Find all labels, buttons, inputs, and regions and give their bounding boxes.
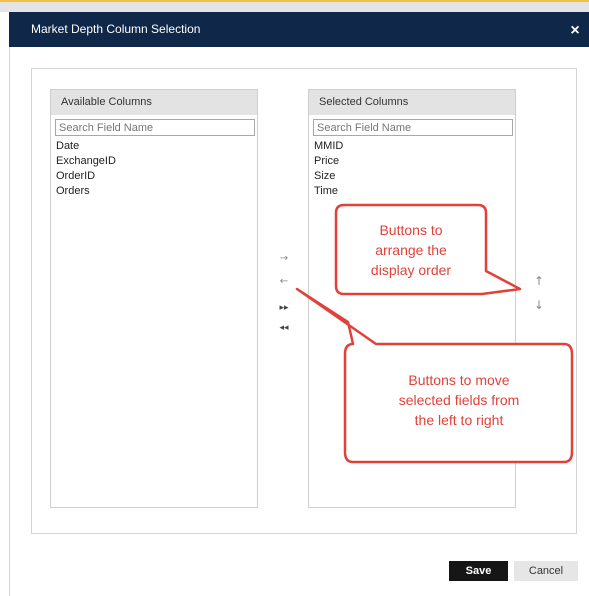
list-item-orderid[interactable]: OrderID — [56, 169, 116, 184]
close-icon[interactable]: × — [567, 12, 583, 47]
move-all-left-icon[interactable]: ◂◂ — [277, 321, 291, 335]
list-item-size[interactable]: Size — [314, 169, 343, 184]
list-item-mmid[interactable]: MMID — [314, 139, 343, 154]
background-accent — [0, 0, 589, 2]
available-columns-header: Available Columns — [51, 90, 257, 115]
order-callout-line-2: arrange the — [375, 242, 447, 258]
order-callout-line-1: Buttons to — [379, 222, 443, 238]
selected-search-input[interactable] — [313, 119, 513, 136]
move-up-arrow-icon[interactable]: ↑ — [532, 274, 546, 288]
move-down-arrow-icon[interactable]: ↓ — [532, 298, 546, 312]
list-item-date[interactable]: Date — [56, 139, 116, 154]
selected-items: MMID Price Size Time — [314, 139, 343, 199]
transfer-callout-line-1: Buttons to move — [408, 372, 510, 388]
list-item-orders[interactable]: Orders — [56, 184, 116, 199]
transfer-callout-text: Buttons to move selected fields from the… — [348, 370, 570, 430]
cancel-button[interactable]: Cancel — [514, 561, 578, 581]
available-search-input[interactable] — [55, 119, 255, 136]
list-item-price[interactable]: Price — [314, 154, 343, 169]
background-strip — [0, 0, 589, 12]
transfer-callout-line-2: selected fields from — [398, 392, 520, 408]
dialog-title: Market Depth Column Selection — [31, 22, 201, 36]
move-left-arrow-icon[interactable]: ← — [277, 275, 291, 289]
move-right-arrow-icon[interactable]: → — [277, 252, 291, 266]
available-columns-list: Available Columns Date ExchangeID OrderI… — [50, 89, 258, 508]
save-button[interactable]: Save — [449, 561, 508, 581]
transfer-callout-line-3: the left to right — [414, 412, 504, 428]
selected-columns-list: Selected Columns MMID Price Size Time — [308, 89, 516, 508]
selected-columns-header: Selected Columns — [309, 90, 515, 115]
available-items: Date ExchangeID OrderID Orders — [56, 139, 116, 199]
order-callout-line-3: display order — [370, 262, 452, 278]
list-item-exchangeid[interactable]: ExchangeID — [56, 154, 116, 169]
move-all-right-icon[interactable]: ▸▸ — [277, 301, 291, 315]
dialog-titlebar: Market Depth Column Selection × — [9, 12, 589, 47]
order-callout-text: Buttons to arrange the display order — [338, 220, 484, 280]
list-item-time[interactable]: Time — [314, 184, 343, 199]
